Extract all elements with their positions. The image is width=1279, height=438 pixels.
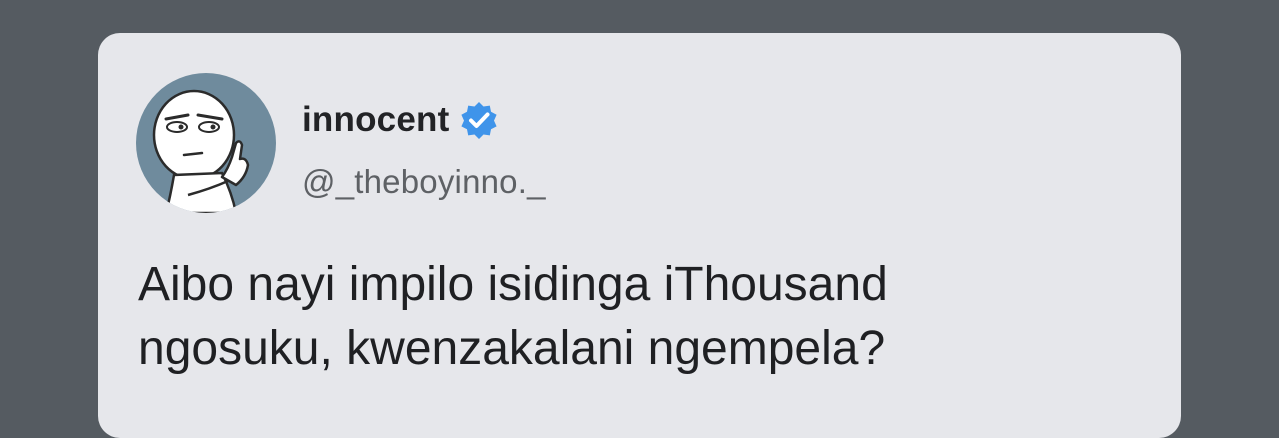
author-name-row: innocent bbox=[302, 98, 499, 142]
tweet-text: Aibo nayi impilo isidinga iThousand ngos… bbox=[138, 253, 1138, 381]
tweet-text-line: Aibo nayi impilo isidinga iThousand bbox=[138, 258, 888, 311]
author-handle[interactable]: @_theboyinno._ bbox=[302, 163, 546, 201]
display-name[interactable]: innocent bbox=[302, 100, 449, 140]
avatar[interactable] bbox=[136, 73, 276, 213]
tweet-text-line: ngosuku, kwenzakalani ngempela? bbox=[138, 322, 886, 375]
tweet-card[interactable]: innocent @_theboyinno._ Aibo nayi impilo… bbox=[98, 33, 1181, 438]
verified-badge-icon bbox=[461, 102, 498, 139]
meme-face-avatar-icon bbox=[152, 89, 250, 213]
